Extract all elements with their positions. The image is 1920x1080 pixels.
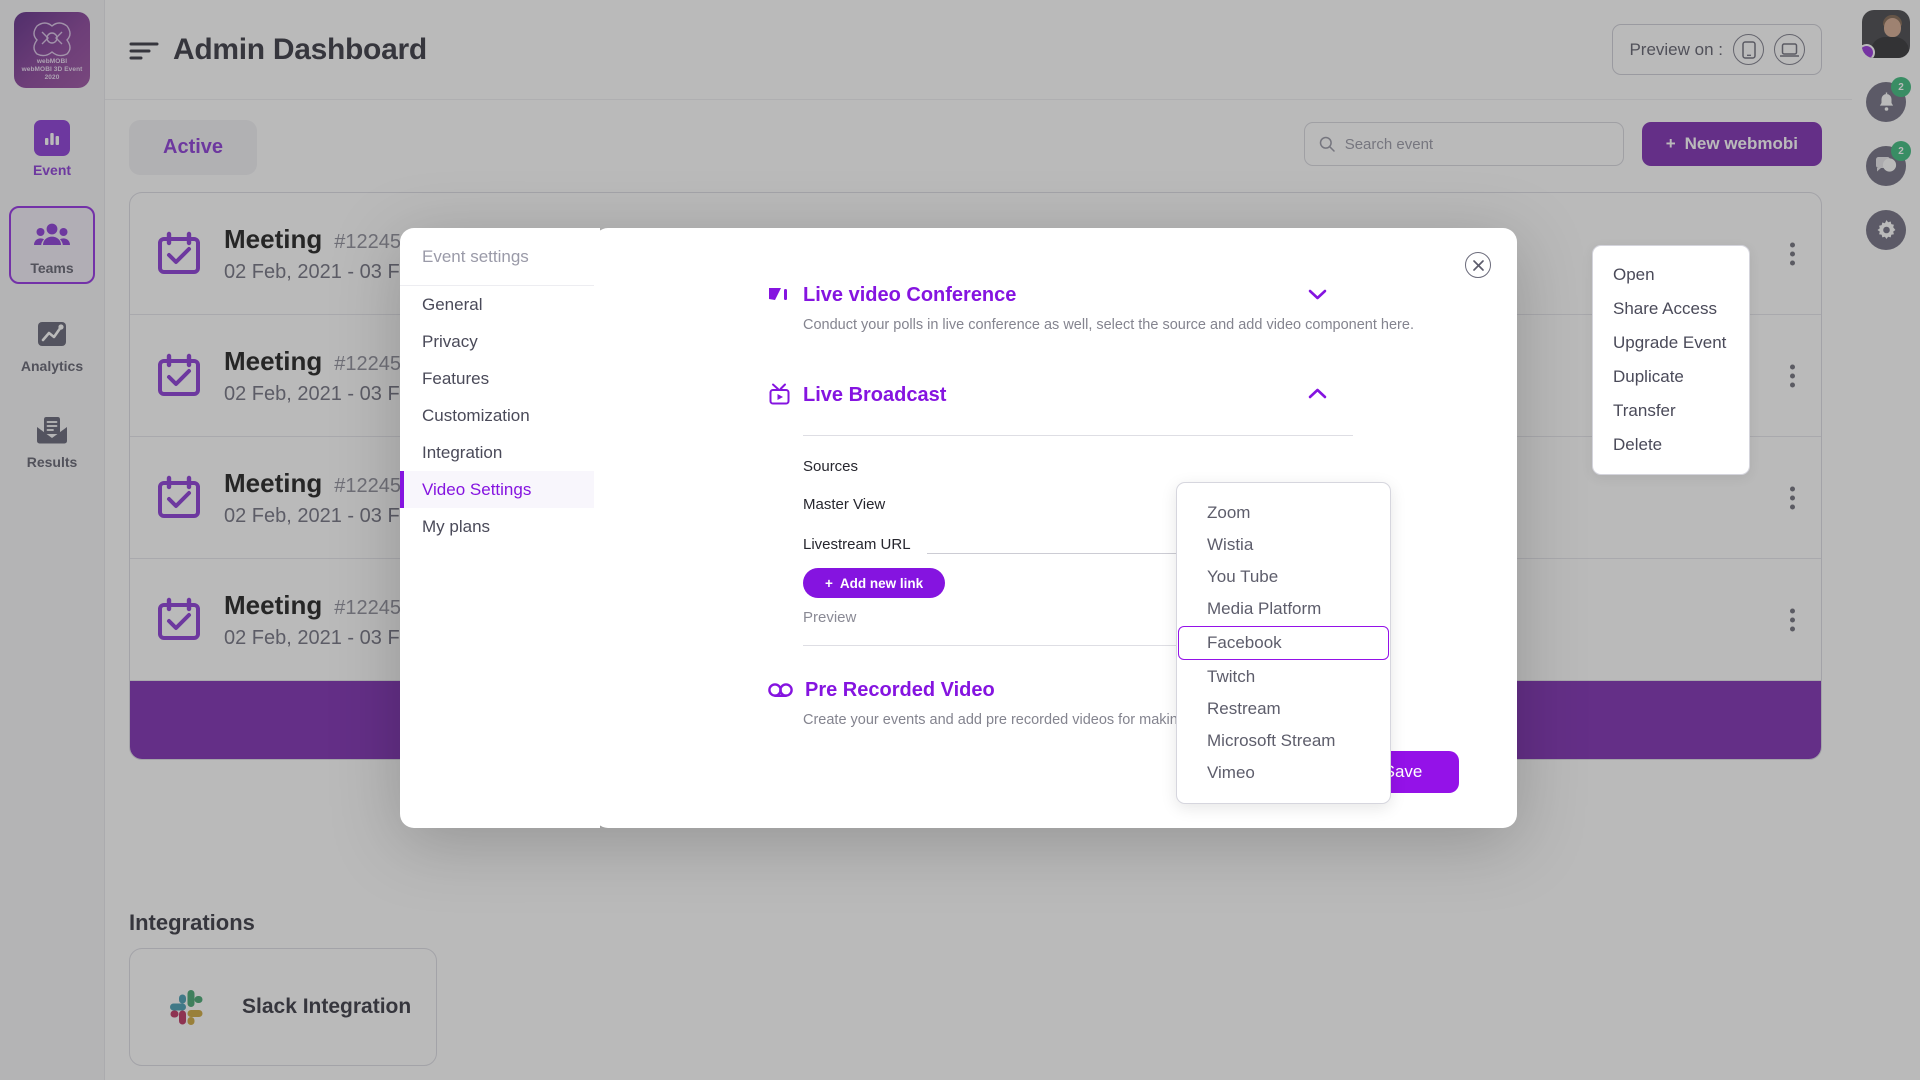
section-title: Pre Recorded Video — [805, 679, 995, 701]
dropdown-option-restream[interactable]: Restream — [1177, 693, 1390, 725]
sources-label: Sources — [803, 458, 859, 475]
add-new-link-button[interactable]: + Add new link — [803, 568, 946, 598]
source-dropdown[interactable]: Zoom Wistia You Tube Media Platform Face… — [1176, 482, 1391, 804]
livestream-url-row: Livestream URL — [803, 534, 1517, 554]
modal-nav-video-settings[interactable]: Video Settings — [400, 471, 600, 508]
add-new-link-label: Add new link — [839, 575, 924, 591]
modal-nav-my-plans[interactable]: My plans — [400, 508, 600, 545]
modal-nav-integration[interactable]: Integration — [400, 434, 600, 471]
dropdown-option-microsoft-stream[interactable]: Microsoft Stream — [1177, 725, 1390, 757]
ctx-item-duplicate[interactable]: Duplicate — [1593, 360, 1749, 394]
ctx-item-open[interactable]: Open — [1593, 258, 1749, 292]
modal-nav-features[interactable]: Features — [400, 360, 600, 397]
dropdown-option-facebook[interactable]: Facebook — [1178, 626, 1389, 660]
master-view-label: Master View — [803, 496, 886, 513]
section-pre-recorded-video[interactable]: Pre Recorded Video — [767, 679, 1517, 702]
section-description: Conduct your polls in live conference as… — [803, 317, 1414, 333]
dropdown-option-zoom[interactable]: Zoom — [1177, 497, 1390, 529]
divider — [803, 435, 1353, 436]
broadcast-fields: Sources Master View Livestream URL + Add… — [803, 458, 1517, 626]
modal-sidebar-header: Event settings — [400, 228, 600, 286]
dropdown-option-media-platform[interactable]: Media Platform — [1177, 593, 1390, 625]
section-live-broadcast[interactable]: Live Broadcast — [767, 383, 1517, 407]
close-icon[interactable] — [1465, 252, 1491, 278]
modal-nav-customization[interactable]: Customization — [400, 397, 600, 434]
row-context-menu[interactable]: Open Share Access Upgrade Event Duplicat… — [1592, 245, 1750, 475]
modal-nav-general[interactable]: General — [400, 286, 600, 323]
dropdown-option-youtube[interactable]: You Tube — [1177, 561, 1390, 593]
section-live-video-conference[interactable]: Live video Conference — [767, 284, 1517, 307]
dropdown-option-wistia[interactable]: Wistia — [1177, 529, 1390, 561]
ctx-item-transfer[interactable]: Transfer — [1593, 394, 1749, 428]
dropdown-option-vimeo[interactable]: Vimeo — [1177, 757, 1390, 789]
dropdown-option-twitch[interactable]: Twitch — [1177, 661, 1390, 693]
video-conference-icon — [769, 287, 787, 300]
ctx-item-delete[interactable]: Delete — [1593, 428, 1749, 462]
section-title: Live video Conference — [803, 284, 1017, 306]
section-description: Create your events and add pre recorded … — [803, 712, 1358, 728]
livestream-url-label: Livestream URL — [803, 535, 911, 553]
modal-nav-privacy[interactable]: Privacy — [400, 323, 600, 360]
preview-label: Preview — [803, 609, 857, 626]
modal-sidebar: Event settings General Privacy Features … — [400, 228, 600, 828]
plus-icon: + — [825, 575, 833, 591]
chevron-down-icon[interactable] — [1308, 287, 1327, 305]
section-title: Live Broadcast — [803, 383, 947, 406]
ctx-item-share-access[interactable]: Share Access — [1593, 292, 1749, 326]
broadcast-tv-icon — [769, 383, 790, 405]
chevron-up-icon[interactable] — [1308, 386, 1327, 404]
ctx-item-upgrade-event[interactable]: Upgrade Event — [1593, 326, 1749, 360]
film-reel-icon — [768, 683, 793, 698]
